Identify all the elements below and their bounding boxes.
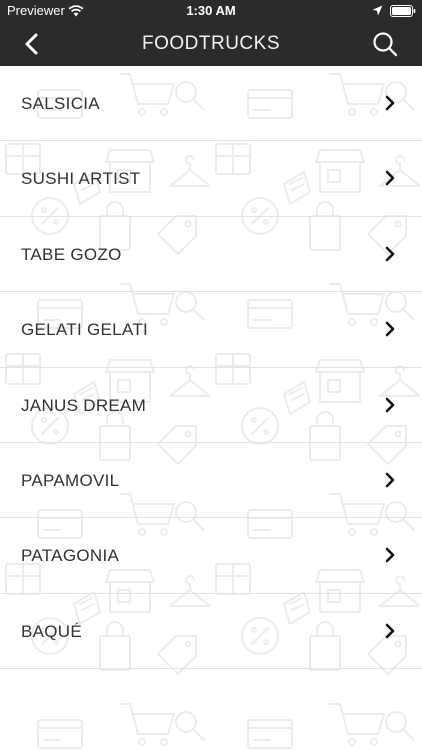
battery-icon <box>390 5 416 17</box>
list-item[interactable]: PAPAMOVIL <box>0 443 422 519</box>
navigation-bar: FOODTRUCKS <box>0 22 422 66</box>
status-bar: Previewer 1:30 AM <box>0 0 422 22</box>
chevron-right-icon <box>385 246 395 262</box>
list-item-label: BAQUÉ <box>21 621 83 641</box>
list-item[interactable]: JANUS DREAM <box>0 368 422 444</box>
chevron-right-icon <box>385 623 395 639</box>
foodtruck-list-view[interactable]: SALSICIA SUSHI ARTIST TABE GOZO GELATI G… <box>0 66 422 750</box>
list-item-label: JANUS DREAM <box>21 395 147 415</box>
chevron-right-icon <box>385 95 395 111</box>
clock: 1:30 AM <box>186 3 236 18</box>
list-item-label: PATAGONIA <box>21 546 120 566</box>
chevron-right-icon <box>385 472 395 488</box>
chevron-right-icon <box>385 397 395 412</box>
list-item[interactable]: SUSHI ARTIST <box>0 141 422 218</box>
page-title: FOODTRUCKS <box>142 33 280 54</box>
list-item[interactable]: BAQUÉ <box>0 594 422 670</box>
chevron-right-icon <box>385 171 395 186</box>
search-icon[interactable] <box>371 30 399 58</box>
list-item[interactable]: GELATI GELATI <box>0 292 422 368</box>
location-arrow-icon <box>372 5 383 16</box>
list-item[interactable]: TABE GOZO <box>0 217 422 293</box>
list-item-label: GELATI GELATI <box>21 320 149 340</box>
list-item-label: PAPAMOVIL <box>21 470 120 490</box>
list-item-label: SALSICIA <box>21 94 100 113</box>
chevron-right-icon <box>385 548 395 563</box>
list-item[interactable]: SALSICIA <box>0 66 422 142</box>
foodtruck-list: SALSICIA SUSHI ARTIST TABE GOZO GELATI G… <box>0 66 422 670</box>
list-item[interactable]: PATAGONIA <box>0 518 422 595</box>
chevron-right-icon <box>385 321 395 337</box>
list-item-label: SUSHI ARTIST <box>21 169 141 189</box>
list-item-label: TABE GOZO <box>21 244 122 264</box>
